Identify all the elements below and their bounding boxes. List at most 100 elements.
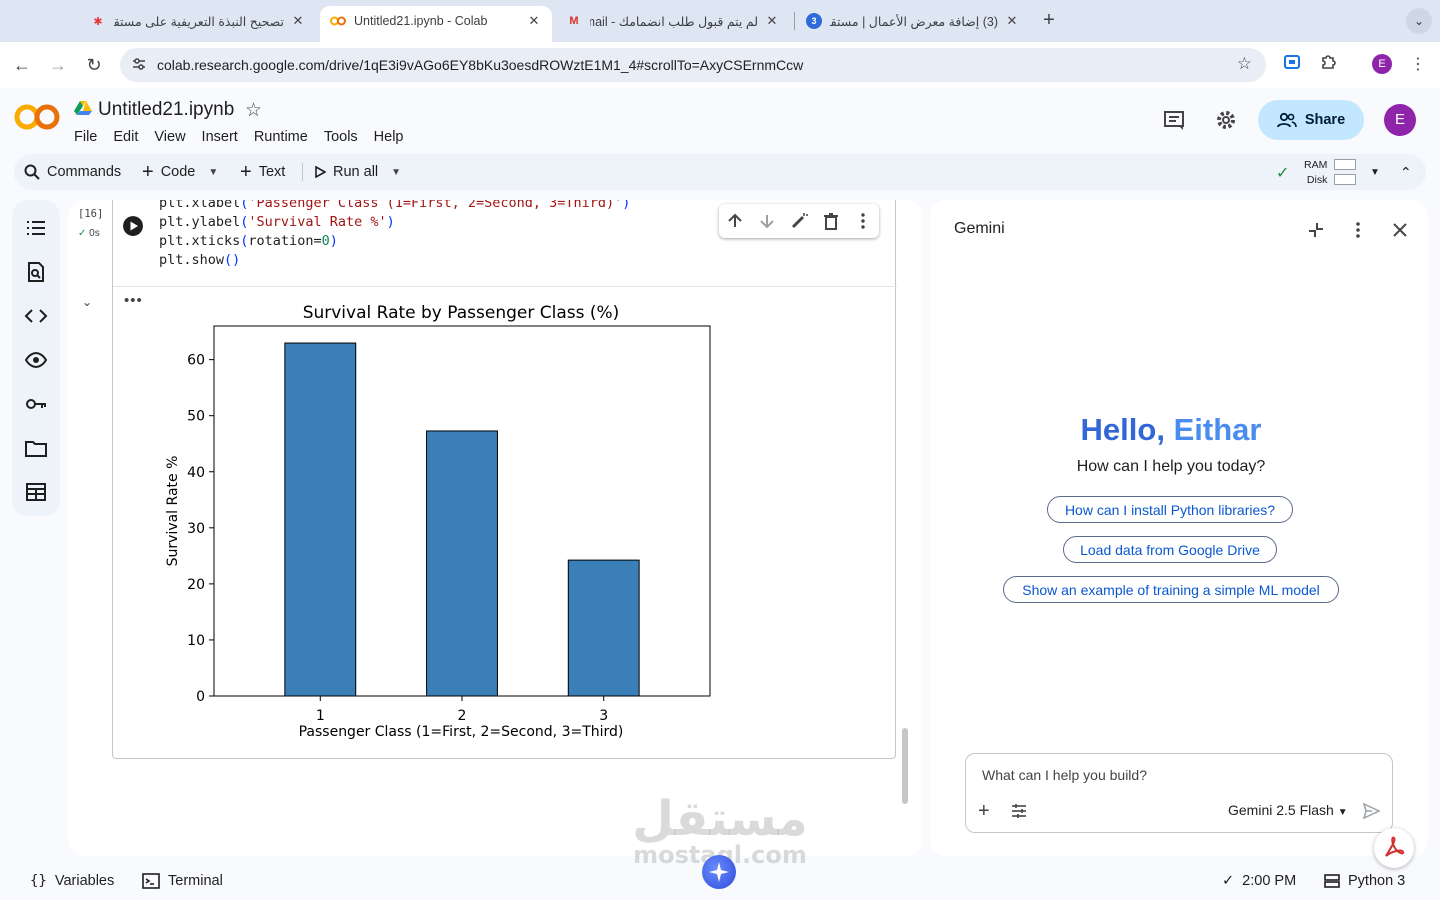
- tab-search-button[interactable]: ⌄: [1406, 8, 1432, 34]
- runtime-chevron-down-icon[interactable]: ▼: [1370, 154, 1380, 190]
- account-avatar[interactable]: E: [1384, 104, 1416, 136]
- settings-gear-icon[interactable]: [1214, 108, 1238, 137]
- bookmark-star-icon[interactable]: ☆: [1237, 54, 1252, 74]
- delete-trash-icon[interactable]: [821, 211, 841, 231]
- text-label: Text: [258, 164, 286, 180]
- plus-icon: +: [142, 160, 154, 183]
- menu-edit[interactable]: Edit: [113, 129, 138, 145]
- extensions-puzzle-icon[interactable]: [1316, 53, 1340, 77]
- colab-favicon: [330, 13, 346, 29]
- cast-extension-icon[interactable]: [1280, 53, 1304, 77]
- gemini-prompt-placeholder[interactable]: What can I help you build?: [982, 767, 1147, 783]
- new-tab-button[interactable]: +: [1038, 9, 1060, 31]
- runtime-type[interactable]: Python 3: [1324, 873, 1405, 889]
- add-code-button[interactable]: + Code ▼: [142, 154, 218, 190]
- menu-insert[interactable]: Insert: [202, 129, 238, 145]
- comments-icon[interactable]: [1162, 108, 1186, 137]
- edit-pencil-icon[interactable]: [789, 211, 809, 231]
- collapse-output-chevron-icon[interactable]: ⌄: [82, 295, 92, 309]
- gemini-more-options-icon[interactable]: [1348, 220, 1368, 240]
- menu-help[interactable]: Help: [374, 129, 404, 145]
- variables-inspector-icon[interactable]: [24, 348, 48, 372]
- code-snippets-icon[interactable]: [24, 304, 48, 328]
- browser-tab-colab[interactable]: Untitled21.ipynb - Colab ✕: [320, 6, 552, 42]
- chevron-down-icon[interactable]: ▼: [391, 167, 401, 178]
- close-tab-icon[interactable]: ✕: [526, 13, 542, 29]
- pdf-extension-icon[interactable]: [1374, 828, 1414, 868]
- close-panel-icon[interactable]: [1390, 220, 1410, 240]
- resource-indicator[interactable]: RAM Disk: [1304, 158, 1327, 188]
- forward-arrow-icon[interactable]: →: [46, 53, 70, 77]
- notebook-title[interactable]: Untitled21.ipynb: [98, 99, 234, 121]
- sparkle-assistant-icon[interactable]: [702, 855, 736, 889]
- close-tab-icon[interactable]: ✕: [1004, 13, 1020, 29]
- site-info-icon[interactable]: [130, 56, 148, 74]
- move-down-arrow-icon[interactable]: [757, 211, 777, 231]
- close-tab-icon[interactable]: ✕: [290, 13, 306, 29]
- browser-profile-avatar[interactable]: E: [1372, 54, 1392, 74]
- execution-time-status[interactable]: ✓ 2:00 PM: [1222, 873, 1296, 889]
- address-bar[interactable]: colab.research.google.com/drive/1qE3i9vA…: [120, 48, 1266, 82]
- menu-runtime[interactable]: Runtime: [254, 129, 308, 145]
- colab-logo[interactable]: [14, 102, 60, 137]
- url-text[interactable]: colab.research.google.com/drive/1qE3i9vA…: [157, 57, 803, 73]
- suggestion-chip-train-model[interactable]: Show an example of training a simple ML …: [1003, 576, 1339, 603]
- tab-separator: [794, 12, 795, 30]
- tab-title: تصحيح النبذة التعريفية على مستقل: [114, 14, 284, 29]
- menu-file[interactable]: File: [74, 129, 97, 145]
- tab-title: (3) إضافة معرض الأعمال | مستقل: [830, 14, 998, 29]
- variables-button[interactable]: {} Variables: [30, 873, 114, 889]
- run-all-label: Run all: [333, 164, 379, 180]
- terminal-button[interactable]: Terminal: [142, 873, 223, 889]
- add-attachment-plus-icon[interactable]: +: [978, 800, 990, 823]
- gemini-prompt-box[interactable]: What can I help you build? + Gemini 2.5 …: [965, 753, 1393, 833]
- star-notebook-icon[interactable]: ☆: [245, 99, 262, 122]
- move-up-arrow-icon[interactable]: [725, 211, 745, 231]
- y-tick-label: 10: [187, 633, 205, 649]
- menu-view[interactable]: View: [154, 129, 185, 145]
- colab-header: Untitled21.ipynb ☆ File Edit View Insert…: [0, 88, 1440, 192]
- reload-icon[interactable]: ↻: [82, 53, 106, 77]
- output-menu-icon[interactable]: •••: [124, 292, 143, 309]
- menu-tools[interactable]: Tools: [324, 129, 358, 145]
- browser-tab-mostaql-portfolio[interactable]: 3 (3) إضافة معرض الأعمال | مستقل ✕: [796, 6, 1030, 36]
- watermark-arabic: مستقل: [632, 791, 808, 847]
- back-arrow-icon[interactable]: ←: [10, 53, 34, 77]
- chevron-down-icon[interactable]: ▼: [208, 167, 218, 178]
- menu-bar: File Edit View Insert Runtime Tools Help: [74, 129, 404, 145]
- browser-tab-gmail[interactable]: M لم يتم قبول طلب انضمامك - mail ✕: [556, 6, 790, 36]
- close-tab-icon[interactable]: ✕: [764, 13, 780, 29]
- collapse-header-icon[interactable]: ⌃: [1400, 154, 1412, 190]
- braces-icon: {}: [30, 873, 47, 889]
- code-editor[interactable]: plt.xlabel('Passenger Class (1=First, 2=…: [159, 200, 630, 270]
- secrets-key-icon[interactable]: [24, 392, 48, 416]
- tools-tune-icon[interactable]: [1010, 802, 1028, 820]
- send-icon[interactable]: [1362, 802, 1380, 820]
- minimize-panel-icon[interactable]: [1306, 220, 1326, 240]
- suggestion-chip-load-drive[interactable]: Load data from Google Drive: [1063, 536, 1277, 563]
- find-in-page-icon[interactable]: [24, 260, 48, 284]
- browser-tab-mostaql-profile[interactable]: ✱ تصحيح النبذة التعريفية على مستقل ✕: [80, 6, 316, 36]
- ram-label: RAM: [1304, 159, 1328, 171]
- share-button[interactable]: Share: [1258, 100, 1364, 140]
- suggestion-chip-install-libraries[interactable]: How can I install Python libraries?: [1047, 496, 1293, 523]
- disk-label: Disk: [1306, 174, 1328, 186]
- add-text-button[interactable]: + Text: [240, 154, 285, 190]
- browser-menu-icon[interactable]: ⋮: [1406, 53, 1430, 77]
- gemini-subtitle: How can I help you today?: [1076, 458, 1266, 475]
- data-table-icon[interactable]: [24, 480, 48, 504]
- x-tick-label: 3: [599, 708, 608, 724]
- browser-toolbar: ← → ↻ colab.research.google.com/drive/1q…: [0, 42, 1440, 88]
- table-of-contents-icon[interactable]: [24, 216, 48, 240]
- google-drive-icon[interactable]: [74, 100, 92, 121]
- run-all-button[interactable]: Run all ▼: [314, 154, 401, 190]
- connected-check-icon[interactable]: ✓: [1276, 163, 1289, 183]
- notebook-scrollbar[interactable]: [902, 728, 908, 804]
- people-icon: [1276, 112, 1297, 128]
- run-cell-button[interactable]: [123, 216, 143, 236]
- files-folder-icon[interactable]: [24, 436, 48, 460]
- model-selector[interactable]: Gemini 2.5 Flash ▼: [1228, 802, 1348, 818]
- more-options-icon[interactable]: [853, 211, 873, 231]
- chart-title: Survival Rate by Passenger Class (%): [303, 303, 620, 323]
- commands-button[interactable]: Commands: [24, 154, 121, 190]
